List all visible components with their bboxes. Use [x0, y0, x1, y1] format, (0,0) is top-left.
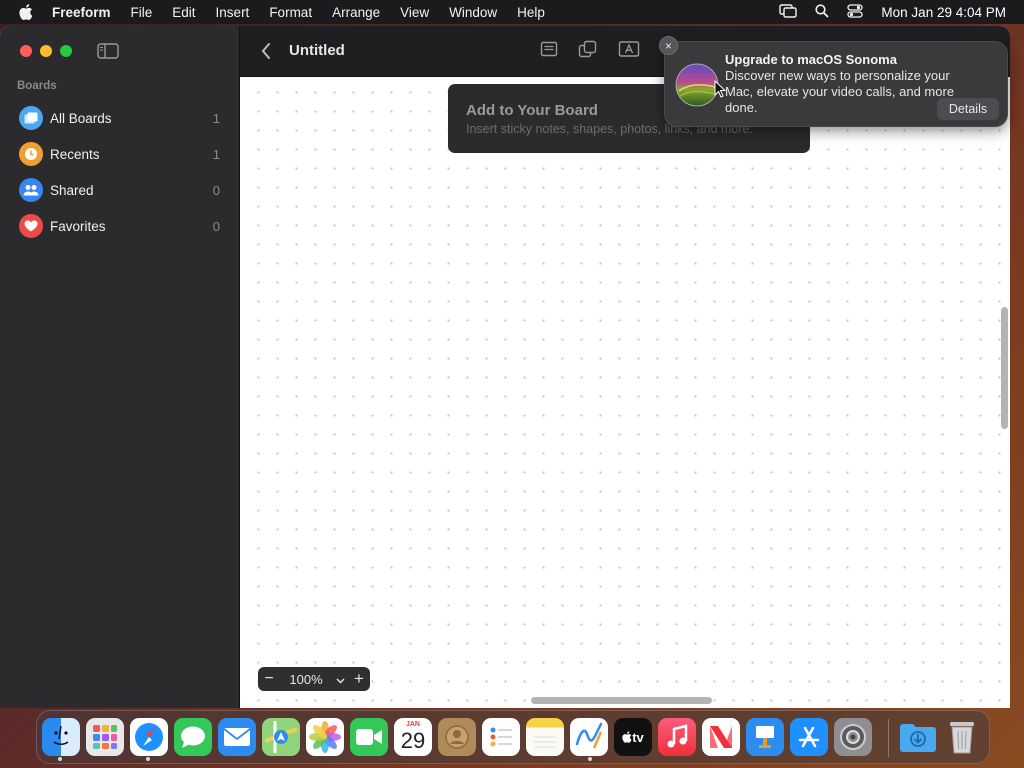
back-chevron-icon[interactable] — [260, 42, 272, 65]
zoom-level[interactable]: 100% — [280, 672, 332, 687]
system-settings-icon[interactable] — [834, 718, 872, 756]
menu-bar: Freeform File Edit Insert Format Arrange… — [0, 0, 1024, 24]
sidebar-item-favorites[interactable]: Favorites 0 — [0, 208, 240, 244]
board-canvas[interactable]: Add to Your Board Insert sticky notes, s… — [241, 77, 1010, 708]
mail-icon[interactable] — [218, 718, 256, 756]
menu-edit[interactable]: Edit — [162, 5, 205, 20]
maps-icon[interactable] — [262, 718, 300, 756]
board-list: All Boards 1 Recents 1 Shared 0 Favorite… — [0, 100, 240, 244]
menu-format[interactable]: Format — [259, 5, 322, 20]
zoom-control: − 100% + — [258, 667, 370, 691]
launchpad-icon[interactable] — [86, 718, 124, 756]
macos-sonoma-icon — [675, 63, 719, 107]
horizontal-scrollbar[interactable] — [531, 697, 712, 704]
calendar-day: 29 — [400, 728, 426, 753]
app-menu[interactable]: Freeform — [52, 5, 121, 20]
news-icon[interactable] — [702, 718, 740, 756]
facetime-icon[interactable] — [350, 718, 388, 756]
menu-arrange[interactable]: Arrange — [322, 5, 390, 20]
menu-window[interactable]: Window — [439, 5, 507, 20]
safari-running-indicator — [146, 757, 150, 761]
dock-separator — [888, 719, 889, 757]
tv-icon[interactable]: tv — [614, 718, 652, 756]
boards-heading: Boards — [17, 80, 57, 92]
notification-title: Upgrade to macOS Sonoma — [725, 52, 897, 67]
sticky-note-icon[interactable] — [540, 40, 558, 63]
text-box-icon[interactable] — [618, 40, 640, 63]
minimize-window-button[interactable] — [40, 45, 52, 57]
sidebar-item-count: 1 — [212, 146, 220, 162]
sidebar-item-count: 0 — [212, 182, 220, 198]
close-window-button[interactable] — [20, 45, 32, 57]
finder-running-indicator — [58, 757, 62, 761]
clock-icon — [19, 142, 43, 166]
mouse-pointer-icon — [714, 79, 727, 103]
freeform-icon[interactable] — [570, 718, 608, 756]
sidebar-item-recents[interactable]: Recents 1 — [0, 136, 240, 172]
sidebar-item-all-boards[interactable]: All Boards 1 — [0, 100, 240, 136]
notification-body: Discover new ways to personalize your Ma… — [725, 68, 955, 115]
menu-file[interactable]: File — [121, 5, 163, 20]
finder-icon[interactable] — [42, 718, 80, 756]
dock: JAN 29 tv — [36, 710, 990, 764]
spotlight-search-icon[interactable] — [815, 3, 830, 21]
messages-icon[interactable] — [174, 718, 212, 756]
board-title[interactable]: Untitled — [289, 42, 345, 59]
photos-icon[interactable] — [306, 718, 344, 756]
details-button[interactable]: Details — [937, 98, 999, 120]
sidebar: Boards All Boards 1 Recents 1 Shared 0 F… — [0, 26, 240, 708]
control-center-icon[interactable] — [847, 3, 864, 21]
music-icon[interactable] — [658, 718, 696, 756]
notification-close-button[interactable]: × — [659, 36, 678, 55]
freeform-window: Boards All Boards 1 Recents 1 Shared 0 F… — [0, 26, 1010, 708]
heart-icon — [19, 214, 43, 238]
zoom-window-button[interactable] — [60, 45, 72, 57]
calendar-icon[interactable]: JAN 29 — [394, 718, 432, 756]
zoom-in-button[interactable]: + — [348, 669, 370, 689]
zoom-out-button[interactable]: − — [258, 670, 280, 688]
chevron-down-icon[interactable] — [332, 672, 348, 687]
menu-insert[interactable]: Insert — [206, 5, 260, 20]
contacts-icon[interactable] — [438, 718, 476, 756]
safari-icon[interactable] — [130, 718, 168, 756]
downloads-folder-icon[interactable] — [899, 718, 937, 756]
menu-help[interactable]: Help — [507, 5, 555, 20]
screen-mirroring-icon[interactable] — [779, 3, 798, 21]
sidebar-item-label: Shared — [50, 182, 94, 198]
apple-menu-icon[interactable] — [0, 4, 52, 20]
window-controls — [20, 45, 72, 57]
reminders-icon[interactable] — [482, 718, 520, 756]
sidebar-item-count: 1 — [212, 110, 220, 126]
boards-icon — [19, 106, 43, 130]
shapes-icon[interactable] — [578, 40, 598, 65]
freeform-running-indicator — [588, 757, 592, 761]
trash-icon[interactable] — [943, 718, 981, 756]
sidebar-item-shared[interactable]: Shared 0 — [0, 172, 240, 208]
keynote-icon[interactable] — [746, 718, 784, 756]
menu-view[interactable]: View — [390, 5, 439, 20]
menu-clock[interactable]: Mon Jan 29 4:04 PM — [881, 5, 1006, 20]
sidebar-item-count: 0 — [212, 218, 220, 234]
sidebar-toggle-icon[interactable] — [97, 43, 119, 64]
tv-label: tv — [632, 729, 644, 745]
people-icon — [19, 178, 43, 202]
sidebar-item-label: Recents — [50, 146, 100, 162]
sidebar-item-label: Favorites — [50, 218, 106, 234]
app-store-icon[interactable] — [790, 718, 828, 756]
vertical-scrollbar[interactable] — [1001, 307, 1008, 429]
notes-icon[interactable] — [526, 718, 564, 756]
sidebar-item-label: All Boards — [50, 110, 112, 126]
